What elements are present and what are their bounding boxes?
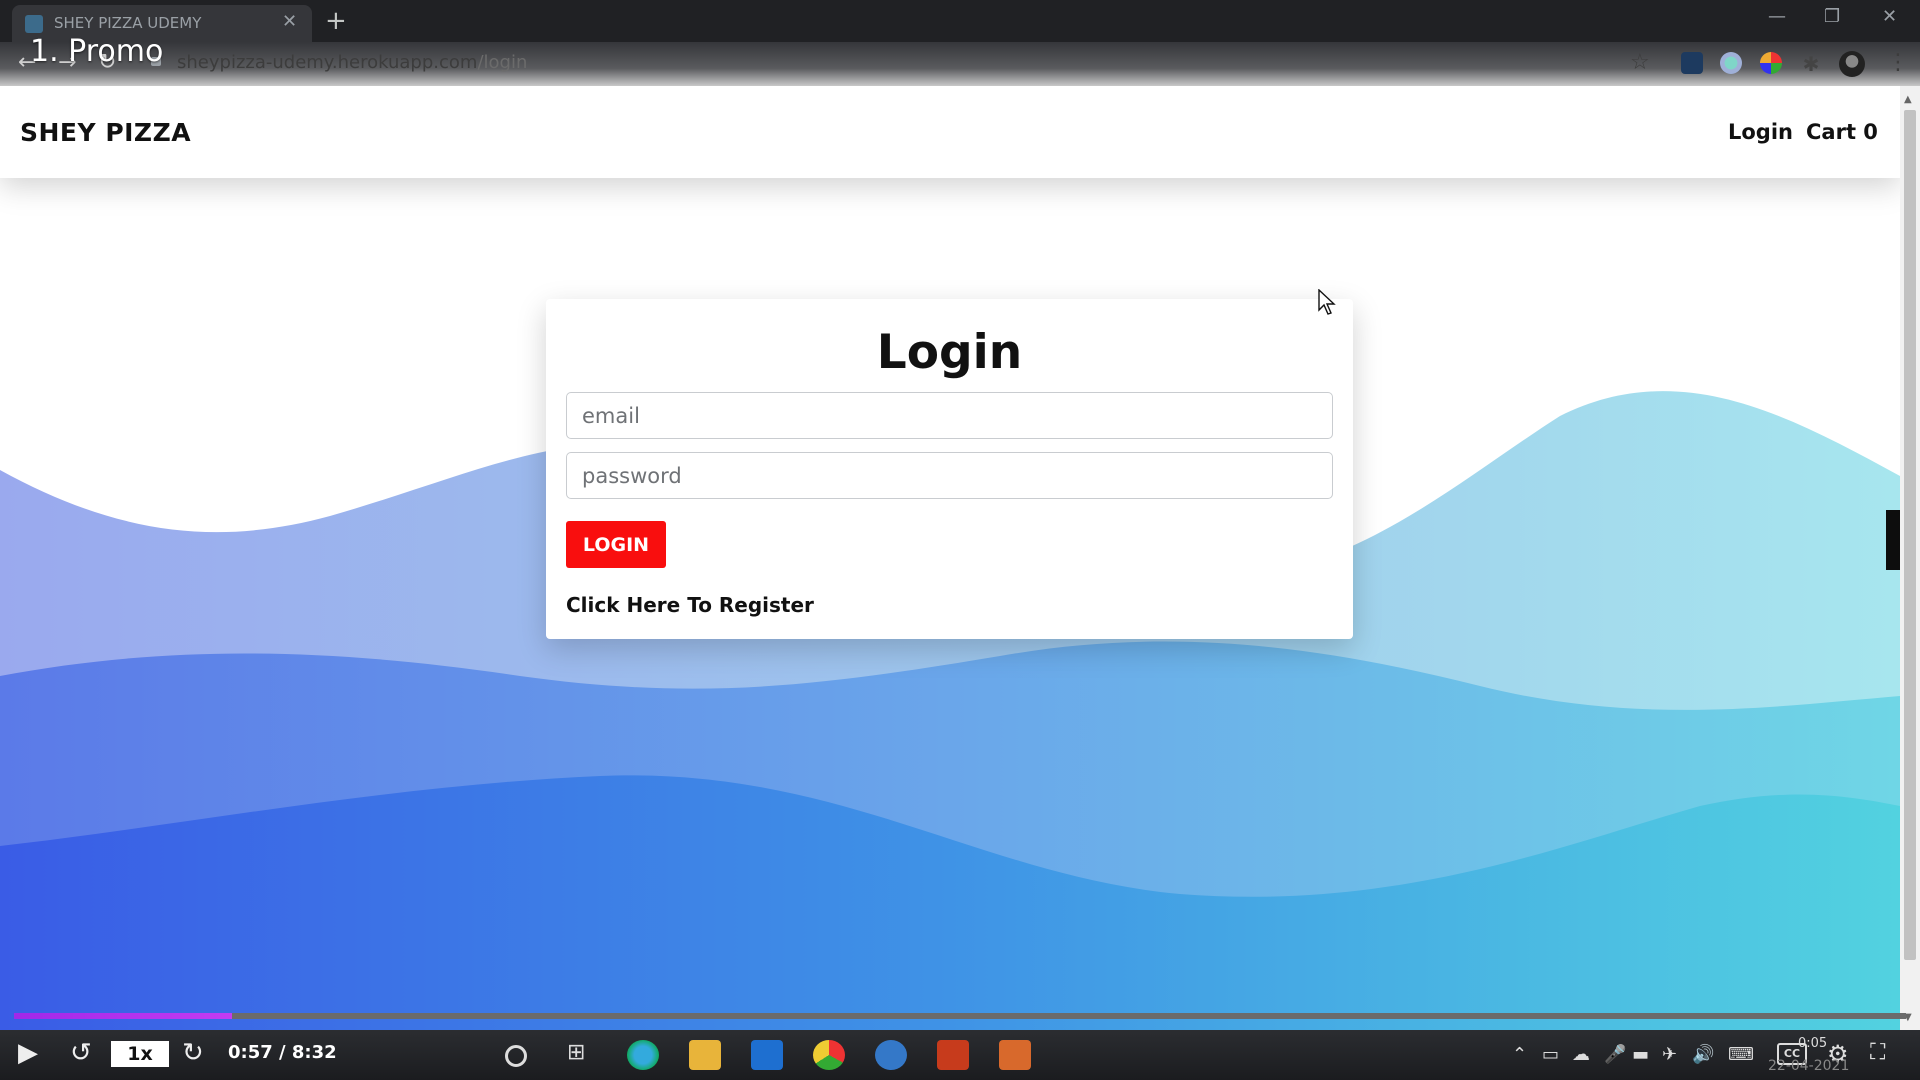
nav-cart-link[interactable]: Cart 0 (1806, 120, 1878, 144)
restore-icon[interactable]: ❐ (1824, 6, 1840, 27)
extension-icon[interactable] (1720, 52, 1742, 74)
chrome-icon[interactable] (813, 1040, 845, 1070)
rewind-icon[interactable]: ↺ (70, 1038, 92, 1068)
url-domain: sheypizza-udemy.herokuapp.com (177, 52, 478, 73)
cloud-icon[interactable]: ☁ (1572, 1044, 1590, 1065)
tray-chevron-icon[interactable]: ⌃ (1512, 1044, 1527, 1065)
file-explorer-icon[interactable] (689, 1040, 721, 1070)
video-time: 0:57 / 8:32 (228, 1042, 337, 1063)
tray-monitor-icon[interactable]: ▭ (1542, 1044, 1559, 1065)
language-icon[interactable]: ⌨ (1728, 1044, 1754, 1065)
password-field[interactable] (566, 452, 1333, 499)
nav-login-link[interactable]: Login (1728, 120, 1793, 144)
scroll-up-icon[interactable]: ▲ (1904, 94, 1912, 105)
tab-title: SHEY PIZZA UDEMY (54, 14, 202, 32)
address-bar[interactable]: sheypizza-udemy.herokuapp.com/login (177, 52, 527, 73)
playback-speed-button[interactable]: 1x (111, 1041, 169, 1067)
tab-close-icon[interactable]: ✕ (282, 11, 297, 32)
window-close-icon[interactable]: ✕ (1882, 6, 1897, 27)
video-progress-bar[interactable] (14, 1013, 1906, 1019)
brand-logo[interactable]: SHEY PIZZA (20, 118, 191, 147)
clock-date: 22-04-2021 (1768, 1058, 1850, 1074)
login-card: Login LOGIN Click Here To Register (546, 299, 1353, 639)
new-tab-button[interactable]: + (325, 6, 347, 36)
video-progress-fill (14, 1013, 232, 1019)
minimize-icon[interactable]: — (1768, 6, 1786, 27)
profile-avatar[interactable] (1839, 51, 1865, 77)
scroll-thumb[interactable] (1904, 110, 1916, 960)
react-devtools-icon[interactable] (1681, 52, 1703, 74)
app-icon[interactable] (875, 1040, 907, 1070)
vscode-icon[interactable] (751, 1040, 783, 1070)
color-picker-icon[interactable] (1760, 52, 1782, 74)
favicon-icon (25, 15, 43, 33)
clock-time: 0:05 (1798, 1036, 1828, 1051)
battery-icon[interactable]: ▬ (1632, 1044, 1649, 1065)
powerpoint-icon[interactable] (937, 1040, 969, 1070)
browser-menu-icon[interactable]: ⋮ (1887, 50, 1909, 75)
play-icon[interactable]: ▶ (18, 1038, 38, 1068)
extensions-puzzle-icon[interactable]: ✱ (1800, 52, 1822, 76)
volume-icon[interactable]: 🔊 (1692, 1044, 1714, 1065)
page-viewport: SHEY PIZZA Login Cart 0 Login LOGIN Clic… (0, 86, 1900, 1030)
screen-recorder-icon[interactable] (999, 1040, 1031, 1070)
forward-skip-icon[interactable]: ↻ (182, 1038, 204, 1068)
site-navbar: SHEY PIZZA Login Cart 0 (0, 86, 1900, 178)
bookmark-star-icon[interactable]: ☆ (1630, 50, 1650, 75)
search-circle-icon[interactable] (505, 1045, 527, 1067)
login-button[interactable]: LOGIN (566, 521, 666, 568)
browser-tab-strip: SHEY PIZZA UDEMY ✕ + — ❐ ✕ (0, 0, 1920, 42)
lecture-title: 1. Promo (30, 34, 164, 69)
register-link[interactable]: Click Here To Register (566, 593, 814, 617)
fullscreen-icon[interactable]: ⛶ (1870, 1040, 1885, 1065)
page-scrollbar[interactable]: ▲ ▼ (1900, 86, 1920, 1030)
login-heading: Login (876, 325, 1023, 380)
url-path: /login (477, 52, 528, 73)
microphone-icon[interactable]: 🎤 (1604, 1044, 1626, 1065)
mouse-cursor-icon (1318, 289, 1336, 315)
edge-icon[interactable] (627, 1040, 659, 1070)
email-field[interactable] (566, 392, 1333, 439)
task-view-icon[interactable]: ⊞ (567, 1040, 599, 1070)
airplane-icon[interactable]: ✈ (1662, 1044, 1677, 1065)
